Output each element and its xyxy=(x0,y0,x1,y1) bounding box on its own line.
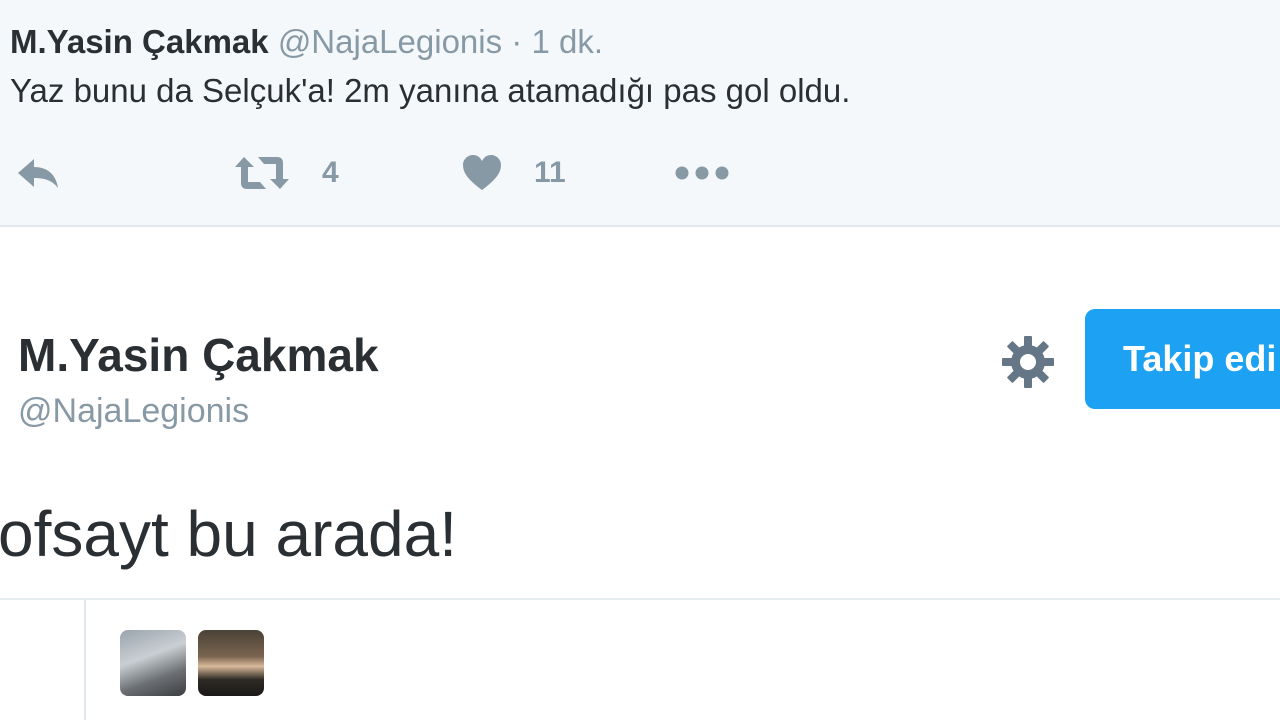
author-handle[interactable]: @NajaLegionis xyxy=(278,23,502,60)
thread-line xyxy=(84,600,86,720)
separator-dot: · xyxy=(511,23,523,60)
reply-button[interactable] xyxy=(14,145,62,200)
gear-icon[interactable] xyxy=(1000,334,1056,390)
tweet-text: Yaz bunu da Selçuk'a! 2m yanına atamadığ… xyxy=(10,72,851,109)
author-name[interactable]: M.Yasin Çakmak xyxy=(10,23,269,60)
main-author-name[interactable]: M.Yasin Çakmak xyxy=(18,328,379,382)
liker-avatar[interactable] xyxy=(198,630,264,696)
retweet-icon xyxy=(235,156,289,189)
liker-avatar[interactable] xyxy=(120,630,186,696)
more-button[interactable] xyxy=(674,145,730,200)
tweet-header: M.Yasin Çakmak @NajaLegionis · 1 dk. xyxy=(10,22,603,62)
retweet-count: 4 xyxy=(322,155,339,189)
divider xyxy=(0,598,1280,600)
retweet-button[interactable]: 4 xyxy=(234,145,339,200)
tweet-time[interactable]: 1 dk. xyxy=(531,23,603,60)
reply-icon xyxy=(18,158,58,188)
reply-context-tweet: M.Yasin Çakmak @NajaLegionis · 1 dk. Yaz… xyxy=(0,0,1280,227)
heart-icon xyxy=(463,154,501,190)
follow-button[interactable]: Takip edi xyxy=(1085,309,1280,409)
main-tweet-text: ofsayt bu arada! xyxy=(0,498,457,570)
like-button[interactable]: 11 xyxy=(462,145,566,200)
like-count: 11 xyxy=(534,155,566,189)
more-dots-icon xyxy=(675,166,729,179)
main-author-handle[interactable]: @NajaLegionis xyxy=(18,390,249,432)
tweet-actions: 4 11 xyxy=(0,145,800,200)
